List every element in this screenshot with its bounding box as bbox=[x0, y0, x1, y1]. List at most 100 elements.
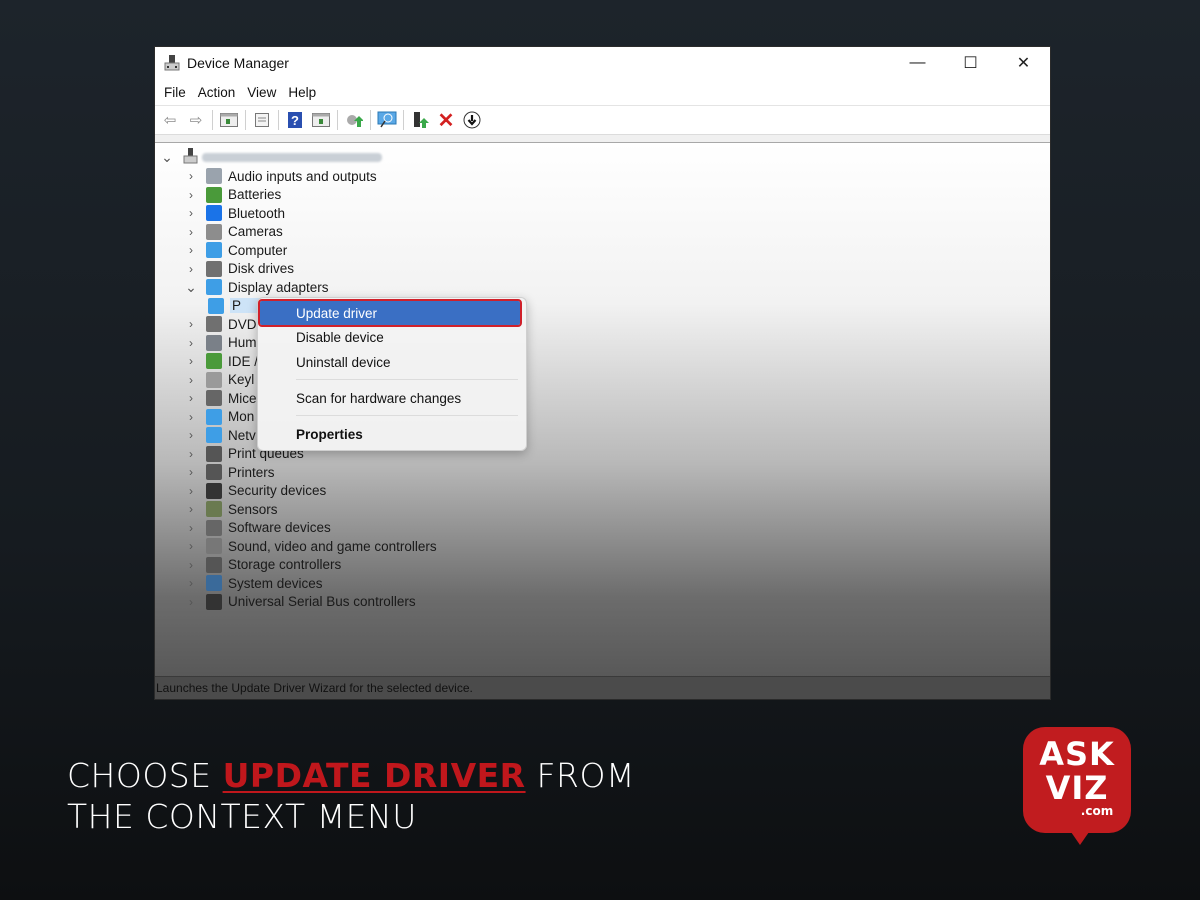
tree-item[interactable]: › Cameras bbox=[184, 223, 283, 241]
chevron-right-icon[interactable]: › bbox=[184, 169, 198, 183]
chevron-right-icon[interactable]: › bbox=[184, 447, 198, 461]
tree-item[interactable]: › Keyl bbox=[184, 371, 254, 389]
back-icon[interactable]: ⇦ bbox=[159, 109, 181, 131]
tree-item[interactable]: › Audio inputs and outputs bbox=[184, 167, 377, 185]
menu-action[interactable]: Action bbox=[192, 85, 242, 100]
device-category-icon bbox=[206, 538, 222, 554]
tree-item[interactable]: › Software devices bbox=[184, 519, 331, 537]
enable-device-icon[interactable] bbox=[409, 109, 431, 131]
device-category-icon bbox=[206, 279, 222, 295]
chevron-right-icon[interactable]: › bbox=[184, 188, 198, 202]
chevron-right-icon[interactable]: › bbox=[184, 391, 198, 405]
context-menu-update-driver[interactable]: Update driver bbox=[258, 299, 522, 327]
tree-item[interactable]: › Bluetooth bbox=[184, 204, 285, 222]
tree-item-label: Software devices bbox=[228, 520, 331, 535]
device-category-icon bbox=[206, 390, 222, 406]
tree-item[interactable]: › Sound, video and game controllers bbox=[184, 537, 437, 555]
toolbar-separator bbox=[212, 110, 213, 130]
context-menu-disable-device[interactable]: Disable device bbox=[260, 325, 520, 349]
tree-item[interactable]: › Mice bbox=[184, 389, 257, 407]
chevron-right-icon[interactable]: › bbox=[184, 484, 198, 498]
device-category-icon bbox=[206, 334, 222, 351]
device-category-icon bbox=[206, 168, 222, 184]
tree-item-label: Netv bbox=[228, 427, 256, 443]
chevron-right-icon[interactable]: › bbox=[184, 373, 198, 387]
context-menu-properties[interactable]: Properties bbox=[260, 422, 520, 446]
properties-label: Properties bbox=[296, 426, 363, 442]
tree-item[interactable]: › DVD bbox=[184, 315, 257, 333]
context-menu-uninstall-device[interactable]: Uninstall device bbox=[260, 350, 520, 374]
tree-item[interactable]: › Hum bbox=[184, 334, 257, 352]
status-bar: Launches the Update Driver Wizard for th… bbox=[155, 676, 1050, 699]
tree-item-label: Display adapters bbox=[228, 279, 329, 295]
context-menu-scan-hardware[interactable]: Scan for hardware changes bbox=[260, 386, 520, 410]
tree-item-label: Cameras bbox=[228, 224, 283, 239]
chevron-right-icon[interactable]: › bbox=[184, 262, 198, 276]
help-icon[interactable]: ? bbox=[284, 109, 306, 131]
computer-name-blurred bbox=[202, 152, 382, 162]
disable-device-label: Disable device bbox=[296, 329, 384, 345]
tree-item-label: Sensors bbox=[228, 501, 278, 517]
computer-root-icon bbox=[182, 147, 198, 167]
show-hide-console-tree-icon[interactable] bbox=[218, 109, 240, 131]
caption: CHOOSE UPDATE DRIVER FROM THE CONTEXT ME… bbox=[67, 755, 635, 837]
chevron-down-icon[interactable]: ⌄ bbox=[160, 149, 174, 166]
uninstall-icon[interactable]: ✕ bbox=[435, 109, 457, 132]
tree-root[interactable]: ⌄ bbox=[160, 147, 382, 167]
tree-item[interactable]: › Disk drives bbox=[184, 260, 294, 278]
scan-hardware-icon[interactable] bbox=[376, 109, 398, 131]
chevron-right-icon[interactable]: › bbox=[184, 465, 198, 479]
chevron-right-icon[interactable]: › bbox=[184, 428, 198, 442]
chevron-down-icon[interactable]: ⌄ bbox=[184, 279, 198, 296]
tree-item[interactable]: › Computer bbox=[184, 241, 287, 259]
tree-item[interactable]: › Printers bbox=[184, 463, 275, 481]
device-category-icon bbox=[208, 297, 224, 314]
tree-item[interactable]: › Mon bbox=[184, 408, 254, 426]
chevron-right-icon[interactable]: › bbox=[184, 317, 198, 331]
menu-view[interactable]: View bbox=[241, 85, 282, 100]
disable-device-icon[interactable] bbox=[461, 109, 483, 131]
tree-item[interactable]: › Sensors bbox=[184, 500, 278, 518]
device-category-icon bbox=[206, 186, 222, 203]
chevron-right-icon[interactable]: › bbox=[184, 595, 198, 609]
caption-text-1: CHOOSE bbox=[67, 756, 223, 795]
tree-item[interactable]: › Netv bbox=[184, 426, 256, 444]
menu-file[interactable]: File bbox=[158, 85, 192, 100]
tree-item[interactable]: › Security devices bbox=[184, 482, 326, 500]
context-menu-separator bbox=[296, 415, 518, 416]
chevron-right-icon[interactable]: › bbox=[184, 521, 198, 535]
close-button[interactable]: ✕ bbox=[997, 47, 1050, 79]
tree-item[interactable]: ⌄ Display adapters bbox=[184, 278, 329, 296]
chevron-right-icon[interactable]: › bbox=[184, 336, 198, 350]
chevron-right-icon[interactable]: › bbox=[184, 539, 198, 553]
chevron-right-icon[interactable]: › bbox=[184, 558, 198, 572]
action-pane-icon[interactable] bbox=[310, 109, 332, 131]
tree-item[interactable]: › System devices bbox=[184, 574, 323, 592]
update-driver-icon[interactable] bbox=[343, 109, 365, 131]
device-category-icon bbox=[206, 575, 222, 591]
maximize-button[interactable]: ☐ bbox=[944, 47, 997, 79]
tree-item-label: Storage controllers bbox=[228, 557, 342, 572]
chevron-right-icon[interactable]: › bbox=[184, 410, 198, 424]
properties-icon[interactable] bbox=[251, 109, 273, 131]
chevron-right-icon[interactable]: › bbox=[184, 354, 198, 368]
menu-help[interactable]: Help bbox=[282, 85, 322, 100]
tree-item-label: Mon bbox=[228, 409, 255, 424]
tree-item-label: Disk drives bbox=[228, 261, 295, 276]
device-category-icon bbox=[206, 353, 222, 369]
chevron-right-icon[interactable]: › bbox=[184, 243, 198, 257]
chevron-right-icon[interactable]: › bbox=[184, 206, 198, 220]
chevron-right-icon[interactable]: › bbox=[184, 225, 198, 239]
tree-item-label: Bluetooth bbox=[228, 205, 286, 221]
tree-item[interactable]: › IDE / bbox=[184, 352, 258, 370]
chevron-right-icon[interactable]: › bbox=[184, 502, 198, 516]
toolbar: ⇦ ⇨ ? ✕ bbox=[155, 105, 1050, 135]
tree-item[interactable]: › Universal Serial Bus controllers bbox=[184, 593, 416, 611]
minimize-button[interactable]: — bbox=[891, 47, 944, 79]
tree-item[interactable]: › Storage controllers bbox=[184, 556, 341, 574]
menu-bar: File Action View Help bbox=[155, 79, 1050, 105]
tree-item[interactable]: › Batteries bbox=[184, 186, 281, 204]
chevron-right-icon[interactable]: › bbox=[184, 576, 198, 590]
forward-icon[interactable]: ⇨ bbox=[185, 109, 207, 131]
device-category-icon bbox=[206, 593, 222, 610]
